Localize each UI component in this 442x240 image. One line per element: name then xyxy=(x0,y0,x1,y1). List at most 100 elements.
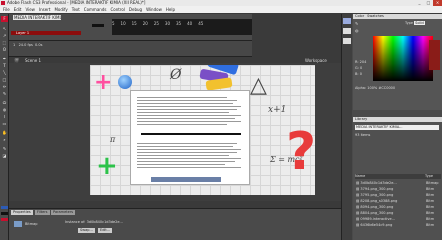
instance-label: Instance of: xyxy=(65,220,86,224)
spectrum-shade xyxy=(373,36,433,81)
library-item[interactable]: ▧ 3d0b840c1d3de2e... Bitmap xyxy=(356,181,442,186)
fill-swatch-icon[interactable] xyxy=(1,206,8,209)
library-header: Name Type xyxy=(355,174,441,179)
library-tab[interactable]: Library xyxy=(353,117,442,122)
library-item[interactable]: ▧ 09989-interactive... Bitm xyxy=(356,217,442,222)
ink-bottle-tool-icon[interactable]: ⬭ xyxy=(1,100,8,106)
instance-row: Instance of: 3d0b840c1d3de2e... xyxy=(65,220,123,224)
menu-modify[interactable]: Modify xyxy=(54,6,67,13)
paint-bucket-tool-icon[interactable]: ◍ xyxy=(1,107,8,113)
line-tool-icon[interactable]: ╲ xyxy=(1,70,8,76)
selection-tool-icon[interactable]: ↖ xyxy=(1,26,8,32)
menu-window[interactable]: Window xyxy=(146,6,162,13)
align-panel-icon[interactable] xyxy=(343,28,351,34)
blue-value[interactable]: 0 xyxy=(360,72,362,76)
color-swatch-icon[interactable] xyxy=(1,218,8,221)
hex-value[interactable]: #CC0000 xyxy=(378,86,395,90)
menu-view[interactable]: View xyxy=(25,6,35,13)
library-item-count: 93 items xyxy=(355,133,371,137)
alpha-value[interactable]: 100% xyxy=(367,86,377,90)
fill-bucket-icon[interactable]: ◍ xyxy=(355,28,363,33)
lasso-tool-icon[interactable]: ʘ xyxy=(1,47,8,53)
tab-swatches[interactable]: Swatches xyxy=(367,14,384,19)
document-footer xyxy=(151,177,221,182)
menu-debug[interactable]: Debug xyxy=(129,6,142,13)
globe-icon[interactable] xyxy=(118,75,132,89)
rectangle-tool-icon[interactable]: □ xyxy=(1,77,8,83)
brush-tool-icon[interactable]: ✎ xyxy=(1,91,8,97)
menu-commands[interactable]: Commands xyxy=(84,6,107,13)
menu-file[interactable]: File xyxy=(3,6,10,13)
time-label: 0.0s xyxy=(35,43,43,47)
flash-application: Adobe Flash CS3 Professional - [MEDIA IN… xyxy=(0,0,442,240)
info-panel-icon[interactable] xyxy=(343,38,351,44)
red-field[interactable]: R: 204 xyxy=(355,60,366,64)
text-tool-icon[interactable]: T xyxy=(1,63,8,69)
selected-color-swatch[interactable] xyxy=(429,40,440,70)
swap-button[interactable]: Swap... xyxy=(78,228,95,233)
frame-number: 45 xyxy=(198,21,204,26)
stroke-swatch-icon[interactable] xyxy=(1,212,8,215)
stage[interactable]: + Ø △ x+1 Σ = mc² π + ? xyxy=(90,65,315,195)
library-item[interactable]: ▧ 8208.png_s0388.png Bitm xyxy=(356,199,442,204)
color-panel-icon[interactable] xyxy=(343,18,351,24)
frame-number: 30 xyxy=(164,21,171,26)
menu-edit[interactable]: Edit xyxy=(14,6,22,13)
color-panel-tabs: Color Swatches xyxy=(353,14,442,19)
eraser-tool-icon[interactable]: ▭ xyxy=(1,121,8,127)
stroke-pencil-icon[interactable]: ✎ xyxy=(355,21,363,26)
library-item[interactable]: ▧ 6436b6e54c9.png Bitm xyxy=(356,223,442,228)
library-panel: Library MEDIA INTERAKTIF KIMIA... 93 ite… xyxy=(353,117,442,240)
menu-control[interactable]: Control xyxy=(110,6,124,13)
color-type-row: Type Solid xyxy=(405,21,425,25)
fill-color-icon[interactable]: ◪ xyxy=(1,153,8,159)
library-item[interactable]: ▧ 8094.png_300.png Bitm xyxy=(356,205,442,210)
periodic-table-document[interactable] xyxy=(130,90,250,185)
stroke-color-icon[interactable]: ✎ xyxy=(1,146,8,152)
subselection-tool-icon[interactable]: ↗ xyxy=(1,33,8,39)
eyedropper-tool-icon[interactable]: ⌇ xyxy=(1,114,8,120)
green-value[interactable]: 0 xyxy=(360,66,362,70)
instance-value: 3d0b840c1d3de2e... xyxy=(86,220,123,224)
zoom-tool-icon[interactable]: ⌕ xyxy=(1,137,8,143)
question-mark-graphic[interactable]: ? xyxy=(286,125,315,180)
x-plus-one-symbol: x+1 xyxy=(268,105,287,115)
library-item[interactable]: ▧ 8804.png_300.png Bitm xyxy=(356,211,442,216)
object-kind: Bitmap xyxy=(25,222,38,226)
document-tab[interactable]: MEDIA INTERAKTIF KIMIA (XII REAL)* xyxy=(13,15,61,20)
type-label: Type xyxy=(405,21,414,25)
menu-help[interactable]: Help xyxy=(166,6,175,13)
pen-tool-icon[interactable]: ✒ xyxy=(1,56,8,62)
blue-field[interactable]: B: 0 xyxy=(355,72,362,76)
frame-number: 15 xyxy=(131,21,137,26)
tab-parameters[interactable]: Parameters xyxy=(51,210,76,215)
col-name[interactable]: Name xyxy=(355,174,365,178)
red-value[interactable]: 204 xyxy=(360,60,367,64)
layer-name[interactable]: Layer 1 xyxy=(16,31,29,35)
tab-filters[interactable]: Filters xyxy=(35,210,50,215)
playhead-indicator xyxy=(92,24,104,27)
tab-properties[interactable]: Properties xyxy=(11,210,33,215)
menu-text[interactable]: Text xyxy=(72,6,80,13)
frame-number: 40 xyxy=(187,21,193,26)
tab-color[interactable]: Color xyxy=(355,14,364,19)
window-title: Adobe Flash CS3 Professional - [MEDIA IN… xyxy=(7,0,146,5)
type-value[interactable]: Solid xyxy=(414,21,425,25)
empty-set-symbol: Ø xyxy=(170,67,182,83)
edit-button[interactable]: Edit... xyxy=(98,228,113,233)
pencil-tool-icon[interactable]: ✏ xyxy=(1,84,8,90)
library-document-select[interactable]: MEDIA INTERAKTIF KIMIA... xyxy=(355,125,439,130)
green-plus-symbol[interactable]: + xyxy=(96,153,122,179)
alpha-field[interactable]: Alpha: 100% #CC0000 xyxy=(355,86,395,90)
pink-plus-symbol[interactable]: + xyxy=(94,70,118,100)
hand-tool-icon[interactable]: ✋ xyxy=(1,130,8,136)
green-field[interactable]: G: 0 xyxy=(355,66,362,70)
menu-insert[interactable]: Insert xyxy=(39,6,50,13)
library-item[interactable]: ▧ 3794.png_300.png Bitm xyxy=(356,187,442,192)
library-item[interactable]: ▧ 3795.png_300.png Bitm xyxy=(356,193,442,198)
frame-number: 25 xyxy=(153,21,159,26)
col-type[interactable]: Type xyxy=(425,174,433,179)
separator-line xyxy=(141,133,241,135)
frame-number: 5 xyxy=(112,21,115,26)
free-transform-tool-icon[interactable]: ⬚ xyxy=(1,40,8,46)
